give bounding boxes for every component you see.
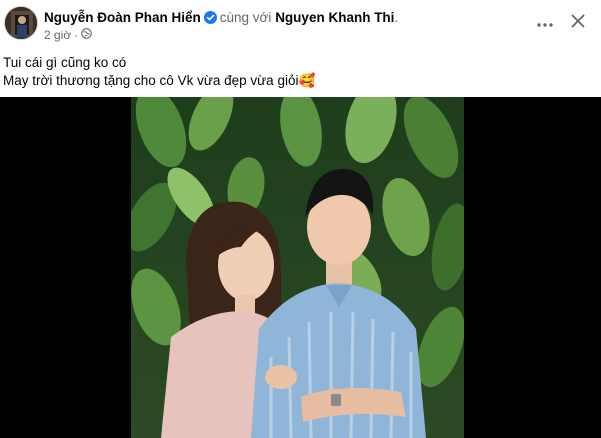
close-icon bbox=[571, 14, 585, 33]
post-meta: 2 giờ · bbox=[44, 28, 93, 42]
more-horizontal-icon bbox=[537, 14, 553, 32]
globe-icon bbox=[81, 28, 93, 42]
caption-line: May trời thương tặng cho cô Vk vừa đẹp v… bbox=[3, 73, 316, 88]
with-text: cùng với bbox=[219, 10, 272, 25]
more-options-button[interactable] bbox=[533, 11, 557, 35]
dot-separator: · bbox=[74, 28, 79, 42]
post-time[interactable]: 2 giờ bbox=[44, 28, 71, 42]
author-line: Nguyễn Đoàn Phan Hiển cùng với Nguyen Kha… bbox=[44, 9, 398, 28]
close-button[interactable] bbox=[566, 11, 590, 35]
post-caption: Tui cái gì cũng ko có May trời thương tặ… bbox=[3, 54, 315, 90]
caption-line: Tui cái gì cũng ko có bbox=[3, 55, 127, 70]
author-name[interactable]: Nguyễn Đoàn Phan Hiển bbox=[44, 10, 201, 25]
post-photo[interactable] bbox=[0, 97, 601, 438]
period: . bbox=[394, 10, 399, 25]
post-header: Nguyễn Đoàn Phan Hiển cùng với Nguyen Kha… bbox=[0, 0, 601, 48]
couple-photo-image bbox=[131, 97, 464, 438]
avatar[interactable] bbox=[4, 6, 38, 40]
tagged-name[interactable]: Nguyen Khanh Thi bbox=[275, 10, 394, 25]
verified-badge-icon bbox=[203, 11, 217, 28]
